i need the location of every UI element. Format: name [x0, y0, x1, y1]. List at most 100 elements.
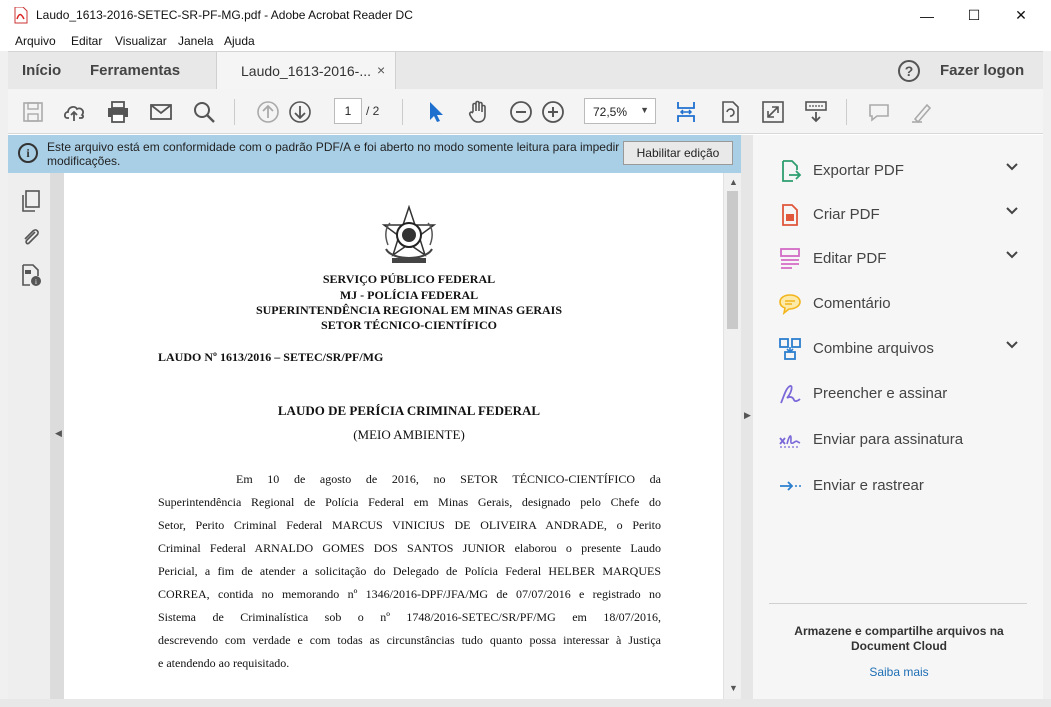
body-line: e atendendo ao requisitado.: [158, 656, 290, 670]
tool-label: Comentário: [813, 295, 891, 312]
window-bottom-edge: [0, 699, 1051, 707]
tool-edit-pdf[interactable]: Editar PDF: [753, 243, 1043, 273]
tool-fill-sign[interactable]: Preencher e assinar: [753, 378, 1043, 408]
comment-icon[interactable]: [866, 99, 892, 125]
tool-send-track[interactable]: Enviar e rastrear: [753, 470, 1043, 500]
toolbar-separator: [846, 99, 847, 125]
comment-icon: [779, 294, 801, 315]
highlight-pen-icon[interactable]: [909, 99, 935, 125]
report-subtitle: (MEIO AMBIENTE): [353, 427, 465, 442]
zoom-in-icon[interactable]: [540, 99, 566, 125]
chevron-down-icon: ▼: [640, 105, 649, 115]
fill-sign-icon: [780, 385, 801, 404]
menu-arquivo[interactable]: Arquivo: [15, 34, 56, 48]
body-line: Setor, Perito Criminal Federal MARCUS VI…: [158, 518, 661, 532]
combine-files-icon: [779, 338, 801, 360]
info-icon: i: [18, 143, 38, 163]
document-properties-icon[interactable]: i: [19, 263, 43, 287]
menu-ajuda[interactable]: Ajuda: [224, 34, 255, 48]
tab-bar: Início Ferramentas Laudo_1613-2016-... ×…: [8, 51, 1043, 90]
menu-editar[interactable]: Editar: [71, 34, 102, 48]
tool-label: Enviar e rastrear: [813, 477, 924, 494]
email-icon[interactable]: [148, 99, 174, 125]
page-thumbnails-icon[interactable]: [19, 189, 43, 213]
help-icon[interactable]: ?: [898, 60, 920, 82]
tool-combine-files[interactable]: Combine arquivos: [753, 333, 1043, 363]
enable-editing-button[interactable]: Habilitar edição: [623, 141, 733, 165]
body-line: Sistema de Criminalística sob o nº 1748/…: [158, 610, 661, 624]
select-cursor-icon[interactable]: [422, 99, 448, 125]
previous-page-icon[interactable]: [255, 99, 281, 125]
window-title: Laudo_1613-2016-SETEC-SR-PF-MG.pdf - Ado…: [36, 8, 413, 22]
zoom-select[interactable]: 72,5% ▼: [584, 98, 656, 124]
tool-label: Criar PDF: [813, 206, 880, 223]
chevron-down-icon[interactable]: [1005, 160, 1019, 174]
upload-cloud-icon[interactable]: [62, 99, 88, 125]
vertical-scrollbar[interactable]: ▲ ▼: [723, 173, 741, 699]
search-icon[interactable]: [191, 99, 217, 125]
scroll-up-icon[interactable]: ▲: [729, 177, 738, 187]
report-title: LAUDO DE PERÍCIA CRIMINAL FEDERAL: [277, 403, 541, 418]
next-page-icon[interactable]: [287, 99, 313, 125]
create-pdf-icon: [782, 204, 798, 226]
pdf-file-icon: [14, 7, 28, 24]
menu-janela[interactable]: Janela: [178, 34, 213, 48]
laudo-number: LAUDO Nº 1613/2016 – SETEC/SR/PF/MG: [158, 350, 384, 364]
tools-pane: Exportar PDF Criar PDF Editar PDF Coment…: [753, 135, 1043, 699]
attachment-icon[interactable]: [19, 225, 43, 249]
coat-of-arms-emblem: [381, 205, 437, 263]
learn-more-link[interactable]: Saiba mais: [773, 665, 1025, 679]
menu-visualizar[interactable]: Visualizar: [115, 34, 167, 48]
chevron-down-icon[interactable]: [1005, 248, 1019, 262]
scroll-down-icon[interactable]: ▼: [729, 683, 738, 693]
page-total: / 2: [366, 104, 380, 118]
fit-width-icon[interactable]: [673, 99, 699, 125]
body-line: Superintendência Regional de Polícia Fed…: [158, 495, 661, 509]
send-track-icon: [780, 481, 801, 491]
body-line: Pericial, a fim de atender a solicitação…: [158, 564, 661, 578]
chevron-left-icon: ◀: [55, 428, 62, 438]
tab-home[interactable]: Início: [22, 62, 61, 79]
left-pane-toggle[interactable]: ◀: [51, 173, 64, 699]
scrollbar-thumb[interactable]: [727, 191, 738, 329]
document-tab-label: Laudo_1613-2016-...: [241, 63, 371, 79]
tool-create-pdf[interactable]: Criar PDF: [753, 199, 1043, 229]
tool-export-pdf[interactable]: Exportar PDF: [753, 155, 1043, 185]
close-window-button[interactable]: ✕: [998, 0, 1044, 31]
maximize-button[interactable]: ☐: [951, 0, 997, 31]
document-page: SERVIÇO PÚBLICO FEDERAL MJ - POLÍCIA FED…: [64, 173, 723, 699]
chevron-down-icon[interactable]: [1005, 204, 1019, 218]
tool-comment[interactable]: Comentário: [753, 288, 1043, 318]
body-line: descrevendo com verdade e com todas as c…: [158, 633, 661, 647]
rotate-page-icon[interactable]: [717, 99, 743, 125]
toolbar: 1 / 2 72,5% ▼: [8, 89, 1043, 134]
tab-document[interactable]: Laudo_1613-2016-... ×: [216, 52, 396, 90]
title-bar: Laudo_1613-2016-SETEC-SR-PF-MG.pdf - Ado…: [0, 0, 1051, 31]
header-line: SETOR TÉCNICO-CIENTÍFICO: [321, 318, 497, 332]
window-right-edge: [1043, 51, 1051, 707]
header-line: SERVIÇO PÚBLICO FEDERAL: [322, 272, 496, 286]
close-tab-icon[interactable]: ×: [377, 62, 385, 78]
zoom-out-icon[interactable]: [508, 99, 534, 125]
menu-bar: Arquivo Editar Visualizar Janela Ajuda: [0, 31, 1051, 51]
hand-tool-icon[interactable]: [465, 99, 491, 125]
minimize-button[interactable]: —: [904, 0, 950, 31]
full-screen-icon[interactable]: [760, 99, 786, 125]
page-number-input[interactable]: 1: [334, 98, 362, 124]
tool-send-for-signature[interactable]: Enviar para assinatura: [753, 424, 1043, 454]
print-icon[interactable]: [105, 99, 131, 125]
header-line: MJ - POLÍCIA FEDERAL: [339, 288, 479, 302]
divider: [769, 603, 1027, 604]
info-message: Este arquivo está em conformidade com o …: [47, 140, 620, 168]
tool-label: Enviar para assinatura: [813, 431, 964, 448]
window-left-edge: [0, 51, 8, 707]
send-signature-icon: [779, 435, 801, 448]
toolbar-separator: [234, 99, 235, 125]
tab-tools[interactable]: Ferramentas: [90, 62, 180, 79]
right-pane-toggle[interactable]: ▶: [741, 135, 753, 699]
save-icon[interactable]: [20, 99, 46, 125]
chevron-down-icon[interactable]: [1005, 338, 1019, 352]
login-button[interactable]: Fazer logon: [940, 62, 1024, 79]
read-mode-icon[interactable]: [803, 99, 829, 125]
body-line: Em 10 de agosto de 2016, no SETOR TÉCNIC…: [236, 472, 661, 486]
